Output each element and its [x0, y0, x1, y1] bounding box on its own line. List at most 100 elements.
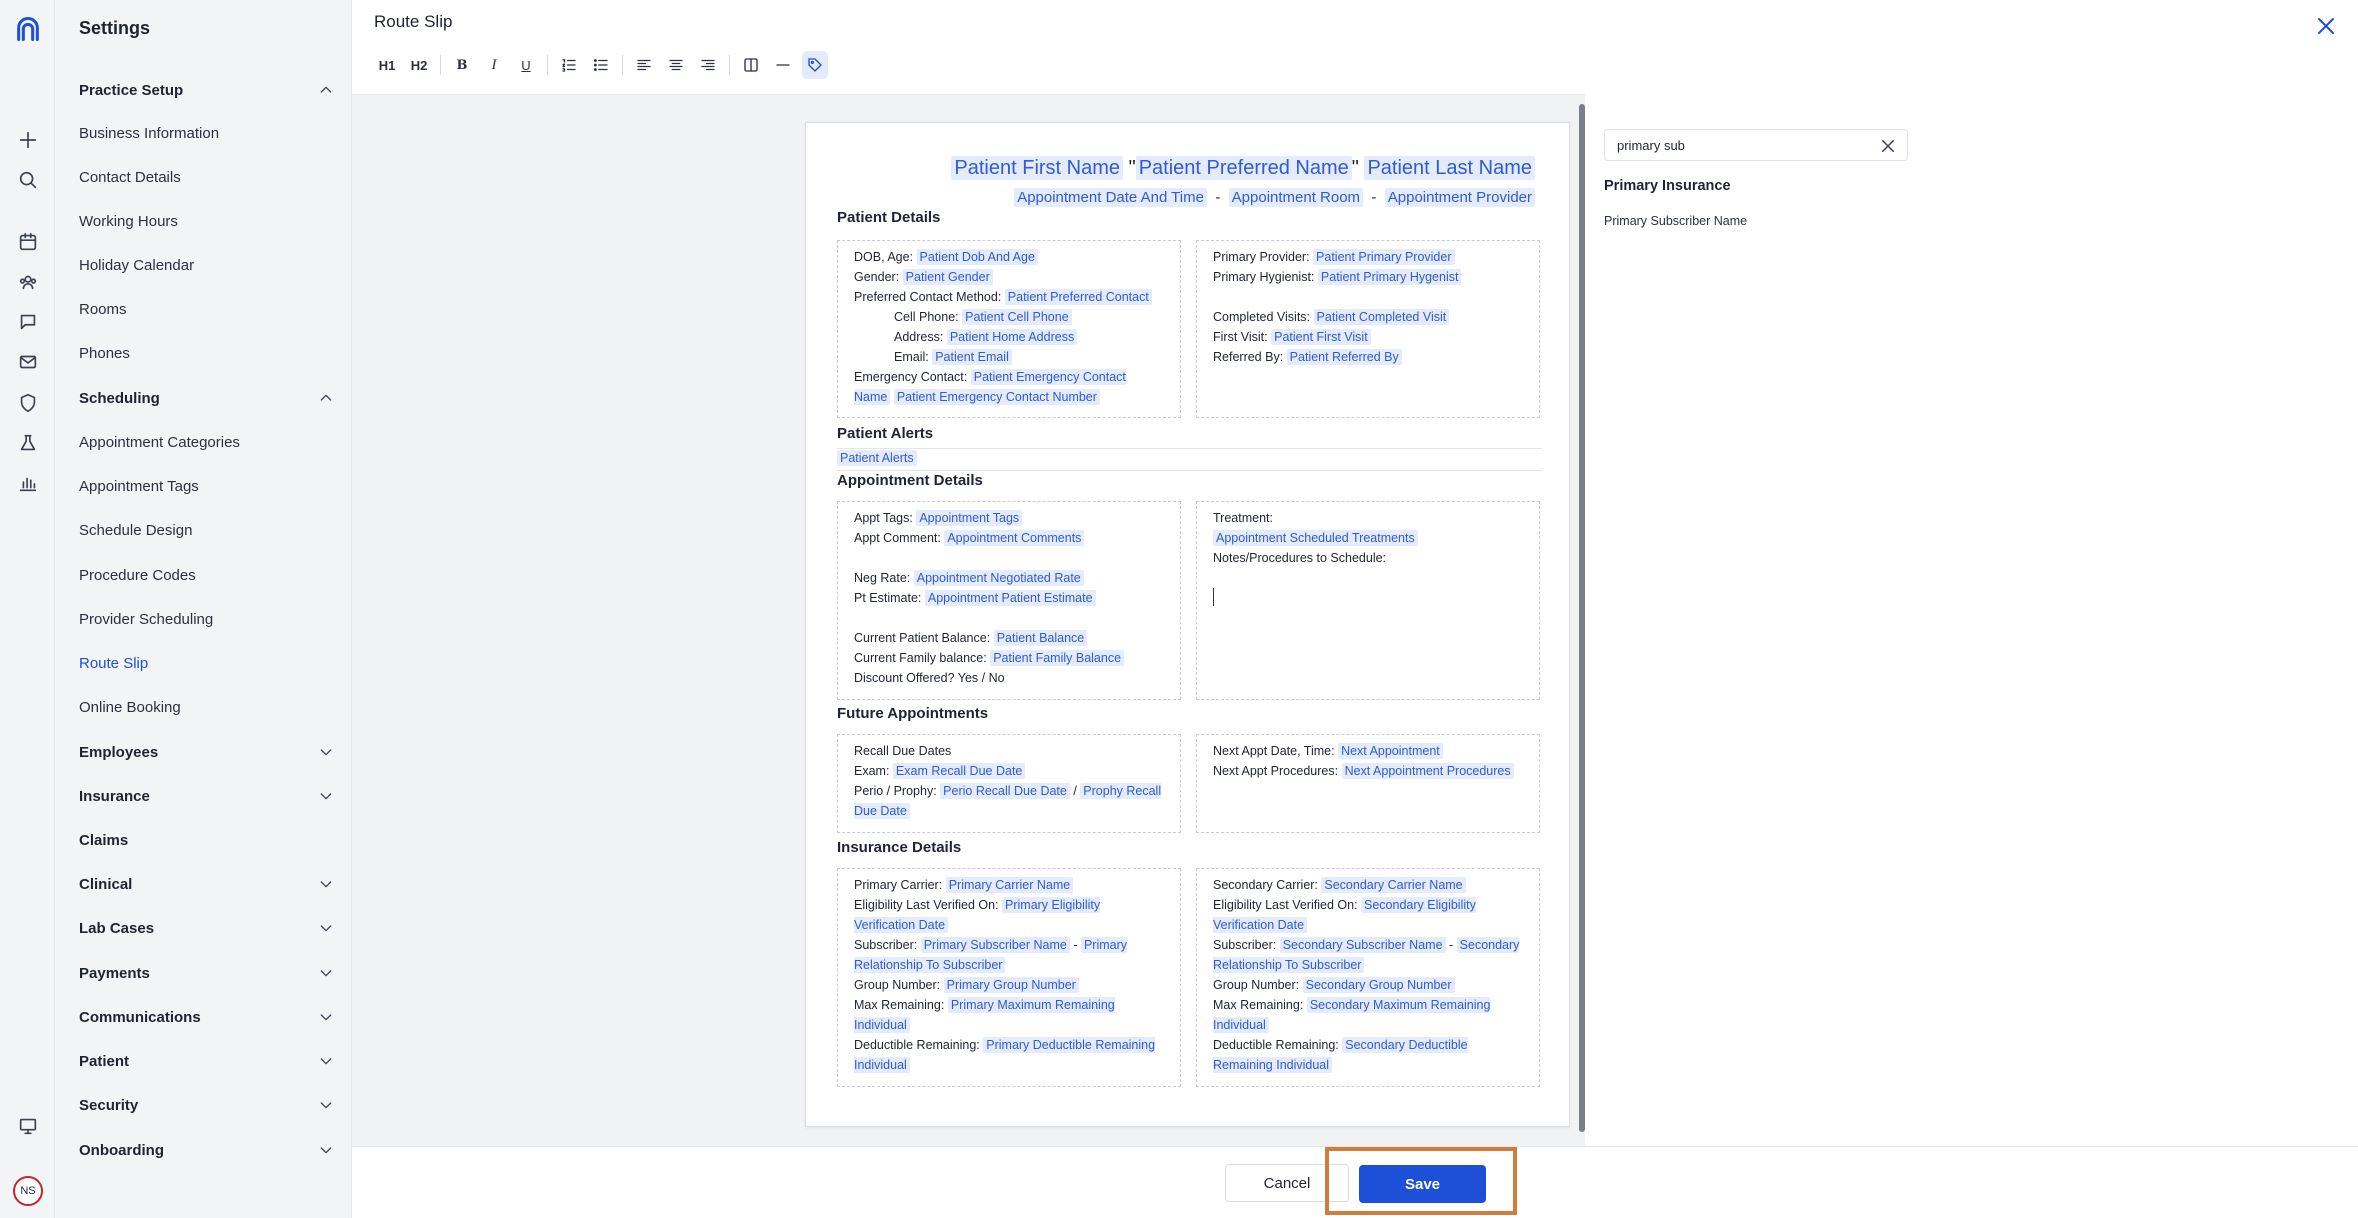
sidebar-item-holiday-calendar[interactable]: Holiday Calendar	[79, 250, 334, 280]
merge-tag[interactable]: Patient Preferred Contact	[1004, 289, 1152, 305]
merge-tag[interactable]: Patient First Name	[951, 156, 1124, 180]
bullet-list-icon[interactable]	[588, 51, 614, 79]
app-logo-icon[interactable]	[13, 14, 43, 44]
columns-icon[interactable]	[738, 51, 764, 79]
sidebar-item-procedure-codes[interactable]: Procedure Codes	[79, 560, 334, 590]
chevron-down-icon[interactable]	[318, 744, 334, 760]
merge-tag[interactable]: Patient Primary Provider	[1313, 249, 1455, 265]
sidebar-item-lab-cases[interactable]: Lab Cases	[79, 913, 334, 943]
heading1-button[interactable]: H1	[374, 51, 400, 79]
merge-tag[interactable]: Patient Alerts	[837, 450, 917, 466]
editor-scrollbar[interactable]	[1579, 104, 1585, 1132]
ordered-list-icon[interactable]	[556, 51, 582, 79]
merge-tag[interactable]: Appointment Scheduled Treatments	[1213, 530, 1418, 546]
merge-tag[interactable]: Appointment Negotiated Rate	[913, 570, 1084, 586]
chevron-down-icon[interactable]	[318, 1053, 334, 1069]
tag-search-input[interactable]: primary sub	[1604, 129, 1908, 161]
tag-result-item[interactable]: Primary Subscriber Name	[1604, 214, 1747, 228]
merge-tag[interactable]: Patient Family Balance	[990, 650, 1125, 666]
sidebar-item-provider-scheduling[interactable]: Provider Scheduling	[79, 604, 334, 634]
chevron-down-icon[interactable]	[318, 1097, 334, 1113]
sidebar-item-online-booking[interactable]: Online Booking	[79, 692, 334, 722]
chevron-down-icon[interactable]	[318, 920, 334, 936]
sidebar-item-schedule-design[interactable]: Schedule Design	[79, 515, 334, 545]
merge-tag[interactable]: Secondary Carrier Name	[1321, 877, 1466, 893]
sidebar-item-employees[interactable]: Employees	[79, 737, 334, 767]
sidebar-item-scheduling[interactable]: Scheduling	[79, 383, 334, 413]
merge-tag[interactable]: Patient Primary Hygenist	[1317, 269, 1462, 285]
merge-tag[interactable]: Patient Referred By	[1286, 349, 1402, 365]
sidebar-item-clinical[interactable]: Clinical	[79, 869, 334, 899]
merge-tag[interactable]: Patient Email	[932, 349, 1012, 365]
appointment-details-right-box[interactable]: Treatment: Appointment Scheduled Treatme…	[1196, 501, 1540, 700]
chevron-down-icon[interactable]	[318, 788, 334, 804]
merge-tag[interactable]: Next Appointment	[1338, 743, 1443, 759]
merge-tag[interactable]: Patient Emergency Contact Number	[893, 389, 1100, 405]
patients-icon[interactable]	[15, 269, 41, 295]
merge-tag[interactable]: Appointment Tags	[916, 510, 1023, 526]
chevron-down-icon[interactable]	[318, 1009, 334, 1025]
tag-icon[interactable]	[802, 51, 828, 79]
merge-tag[interactable]: Patient Home Address	[946, 329, 1078, 345]
reports-chart-icon[interactable]	[15, 470, 41, 496]
horizontal-rule-icon[interactable]	[770, 51, 796, 79]
merge-tag[interactable]: Patient Completed Visit	[1313, 309, 1450, 325]
search-icon[interactable]	[15, 167, 41, 193]
merge-tag[interactable]: Secondary Group Number	[1302, 977, 1455, 993]
merge-tag[interactable]: Patient Cell Phone	[962, 309, 1072, 325]
merge-tag[interactable]: Appointment Date And Time	[1014, 188, 1207, 207]
align-right-icon[interactable]	[695, 51, 721, 79]
mail-icon[interactable]	[15, 349, 41, 375]
merge-tag[interactable]: Secondary Subscriber Name	[1279, 937, 1446, 953]
merge-tag[interactable]: Patient Dob And Age	[916, 249, 1038, 265]
close-icon[interactable]	[2314, 14, 2338, 38]
sidebar-item-route-slip[interactable]: Route Slip	[79, 648, 334, 678]
sidebar-item-security[interactable]: Security	[79, 1090, 334, 1120]
merge-tag[interactable]: Appointment Room	[1228, 188, 1364, 207]
chevron-down-icon[interactable]	[318, 965, 334, 981]
chevron-down-icon[interactable]	[318, 876, 334, 892]
sidebar-item-appointment-categories[interactable]: Appointment Categories	[79, 427, 334, 457]
desktop-icon[interactable]	[15, 1113, 41, 1139]
merge-tag[interactable]: Exam Recall Due Date	[892, 763, 1026, 779]
sidebar-item-rooms[interactable]: Rooms	[79, 294, 334, 324]
merge-tag[interactable]: Patient Balance	[993, 630, 1088, 646]
schedule-icon[interactable]	[15, 229, 41, 255]
merge-tag[interactable]: Patient Preferred Name	[1135, 156, 1352, 180]
merge-tag[interactable]: Patient Gender	[902, 269, 993, 285]
align-center-icon[interactable]	[663, 51, 689, 79]
sidebar-item-phones[interactable]: Phones	[79, 338, 334, 368]
sidebar-item-working-hours[interactable]: Working Hours	[79, 206, 334, 236]
sidebar-item-patient[interactable]: Patient	[79, 1046, 334, 1076]
sidebar-item-insurance[interactable]: Insurance	[79, 781, 334, 811]
save-button[interactable]: Save	[1359, 1165, 1486, 1203]
merge-tag[interactable]: Primary Carrier Name	[945, 877, 1074, 893]
avatar[interactable]: NS	[13, 1176, 43, 1206]
chevron-down-icon[interactable]	[318, 1142, 334, 1158]
merge-tag[interactable]: Perio Recall Due Date	[940, 783, 1070, 799]
bold-button[interactable]: B	[449, 51, 475, 79]
sidebar-item-appointment-tags[interactable]: Appointment Tags	[79, 471, 334, 501]
shield-icon[interactable]	[15, 390, 41, 416]
sidebar-item-contact-details[interactable]: Contact Details	[79, 162, 334, 192]
heading2-button[interactable]: H2	[406, 51, 432, 79]
plus-icon[interactable]	[15, 127, 41, 153]
merge-tag[interactable]: Primary Subscriber Name	[920, 937, 1070, 953]
italic-button[interactable]: I	[481, 51, 507, 79]
merge-tag[interactable]: Appointment Comments	[944, 530, 1085, 546]
underline-button[interactable]: U	[513, 51, 539, 79]
merge-tag[interactable]: Appointment Provider	[1384, 188, 1535, 207]
merge-tag[interactable]: Next Appointment Procedures	[1341, 763, 1514, 779]
chat-icon[interactable]	[15, 309, 41, 335]
chevron-up-icon[interactable]	[318, 390, 334, 406]
merge-tag[interactable]: Appointment Patient Estimate	[924, 590, 1096, 606]
sidebar-item-communications[interactable]: Communications	[79, 1002, 334, 1032]
sidebar-item-claims[interactable]: Claims	[79, 825, 334, 855]
merge-tag[interactable]: Patient Last Name	[1364, 156, 1535, 180]
route-slip-document[interactable]: Patient First Name " Patient Preferred Na…	[805, 122, 1570, 1127]
sidebar-item-payments[interactable]: Payments	[79, 958, 334, 988]
merge-tag[interactable]: Patient First Visit	[1271, 329, 1371, 345]
lab-flask-icon[interactable]	[15, 430, 41, 456]
clear-icon[interactable]	[1879, 137, 1897, 155]
sidebar-item-onboarding[interactable]: Onboarding	[79, 1135, 334, 1165]
